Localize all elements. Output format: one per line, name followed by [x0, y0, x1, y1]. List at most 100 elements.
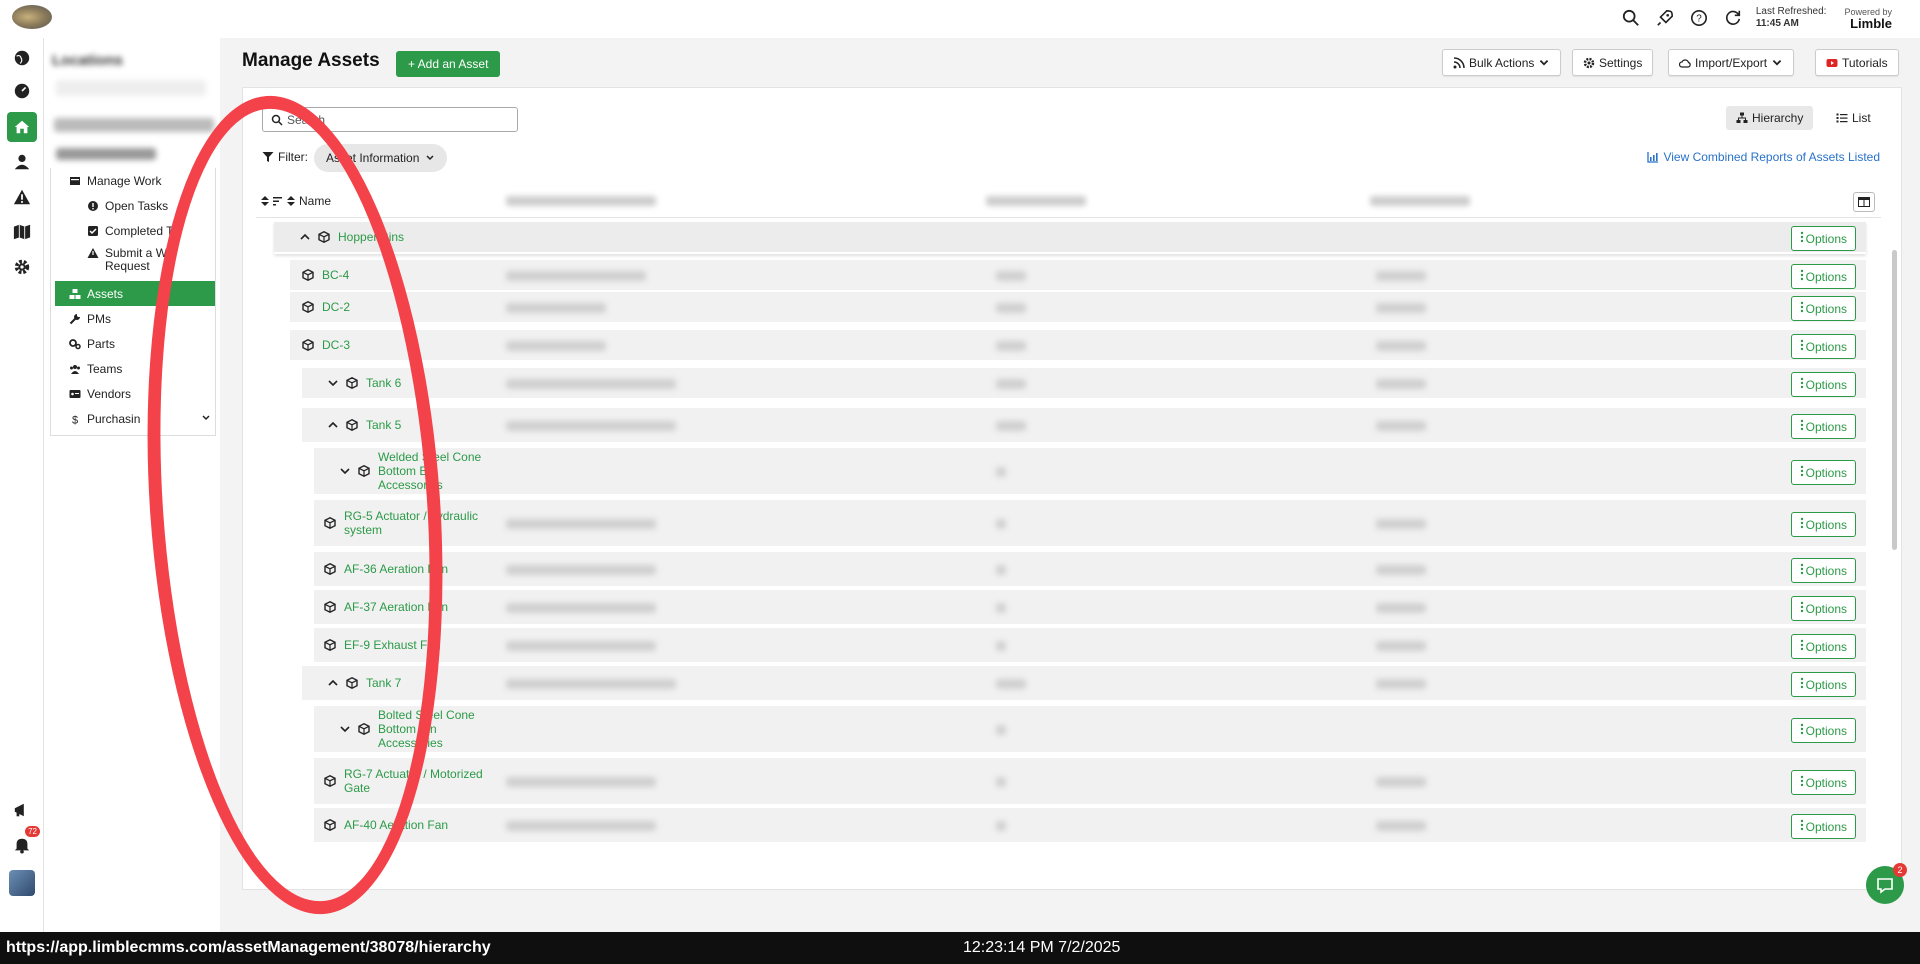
options-button[interactable]: Options: [1790, 770, 1856, 795]
settings-button[interactable]: Settings: [1572, 49, 1654, 76]
table-row[interactable]: Tank 7 Options: [302, 666, 1866, 702]
avatar[interactable]: [9, 870, 35, 896]
search-icon[interactable]: [1620, 7, 1642, 29]
asset-name[interactable]: AF-36 Aeration Fan: [324, 552, 484, 586]
asset-name[interactable]: Bolted Steel Cone Bottom Bin Accessories: [340, 706, 500, 752]
asset-name[interactable]: DC-3: [302, 330, 462, 360]
asset-name[interactable]: RG-7 Actuator / Motorized Gate: [324, 758, 484, 804]
chevron-down-icon[interactable]: [201, 412, 211, 426]
column-toggle-button[interactable]: [1853, 192, 1875, 212]
name-column-header[interactable]: Name: [260, 194, 331, 208]
options-button[interactable]: Options: [1790, 596, 1856, 621]
options-button[interactable]: Options: [1790, 558, 1856, 583]
sidebar-item-manage-work[interactable]: Manage Work: [51, 168, 215, 193]
options-button[interactable]: Options: [1790, 372, 1856, 397]
list-view-button[interactable]: List: [1826, 106, 1881, 130]
table-row[interactable]: Welded Steel Cone Bottom Bin Accessories…: [314, 448, 1866, 496]
asset-name[interactable]: Tank 6: [328, 368, 488, 398]
asset-name[interactable]: AF-40 Aeration Fan: [324, 808, 484, 842]
asset-name[interactable]: RG-5 Actuator / hydraulic system: [324, 500, 484, 546]
sidebar-item-submit-request[interactable]: Submit a Wo Request: [51, 243, 215, 281]
chevron-down-icon[interactable]: [340, 725, 350, 733]
sub-location-name-blurred[interactable]: [56, 148, 156, 160]
column-header-blurred[interactable]: [986, 196, 1086, 206]
sidebar-search-blurred[interactable]: [56, 80, 206, 96]
sidebar-item-completed-tasks[interactable]: Completed Ta: [51, 218, 215, 243]
chevron-up-icon[interactable]: [328, 679, 338, 687]
table-row[interactable]: AF-40 Aeration Fan Options: [314, 808, 1866, 844]
tutorials-button[interactable]: Tutorials: [1815, 49, 1899, 76]
chevron-down-icon[interactable]: [340, 467, 350, 475]
warning-icon[interactable]: [7, 182, 37, 212]
bulk-actions-button[interactable]: Bulk Actions: [1442, 49, 1562, 76]
hierarchy-view-button[interactable]: Hierarchy: [1726, 106, 1814, 130]
options-button[interactable]: Options: [1790, 814, 1856, 839]
bell-icon[interactable]: 72: [7, 826, 40, 860]
options-button[interactable]: Options: [1790, 672, 1856, 697]
table-row[interactable]: AF-37 Aeration Fan Options: [314, 590, 1866, 626]
megaphone-icon[interactable]: [7, 795, 37, 825]
refresh-icon[interactable]: [1722, 7, 1744, 29]
limble-brand[interactable]: Limble: [1844, 17, 1892, 30]
table-row[interactable]: RG-7 Actuator / Motorized Gate Options: [314, 758, 1866, 806]
asset-name[interactable]: Hopper Bins: [300, 222, 460, 252]
asset-name[interactable]: Tank 7: [328, 666, 488, 700]
table-row[interactable]: Tank 5 Options: [302, 408, 1866, 444]
table-row[interactable]: AF-36 Aeration Fan Options: [314, 552, 1866, 588]
company-logo[interactable]: [12, 5, 52, 29]
asset-name[interactable]: AF-37 Aeration Fan: [324, 590, 484, 624]
import-export-button[interactable]: Import/Export: [1668, 49, 1795, 76]
rocket-icon[interactable]: [1654, 7, 1676, 29]
options-button[interactable]: Options: [1790, 460, 1856, 485]
map-icon[interactable]: [7, 217, 37, 247]
sidebar-item-teams[interactable]: Teams: [51, 356, 215, 381]
table-row[interactable]: Hopper Bins Options: [274, 222, 1866, 254]
add-asset-button[interactable]: + Add an Asset: [396, 51, 501, 77]
options-button[interactable]: Options: [1790, 512, 1856, 537]
globe-icon[interactable]: [7, 43, 37, 73]
table-scrollbar[interactable]: [1892, 250, 1897, 550]
notification-count-badge: 72: [25, 826, 40, 837]
gear-icon[interactable]: [7, 252, 37, 282]
options-button[interactable]: Options: [1790, 296, 1856, 321]
table-row[interactable]: DC-3 Options: [290, 330, 1866, 362]
filter-asset-information[interactable]: Asset Information: [314, 144, 448, 172]
location-name-blurred[interactable]: [54, 118, 214, 132]
table-row[interactable]: DC-2 Options: [290, 292, 1866, 324]
column-header-blurred[interactable]: [506, 196, 656, 206]
asset-name[interactable]: Tank 5: [328, 408, 488, 442]
options-button[interactable]: Options: [1790, 414, 1856, 439]
table-row[interactable]: Tank 6 Options: [302, 368, 1866, 400]
asset-name[interactable]: BC-4: [302, 260, 462, 290]
dashboard-icon[interactable]: [7, 76, 37, 106]
table-row[interactable]: BC-4 Options: [290, 260, 1866, 292]
search-input[interactable]: Search: [262, 107, 518, 132]
options-button[interactable]: Options: [1790, 226, 1856, 251]
chevron-down-icon[interactable]: [328, 379, 338, 387]
sidebar-item-purchasing[interactable]: $ Purchasin: [51, 406, 215, 431]
sidebar-item-pms[interactable]: PMs: [51, 306, 215, 331]
table-row[interactable]: Bolted Steel Cone Bottom Bin Accessories…: [314, 706, 1866, 754]
chat-button[interactable]: 2: [1866, 863, 1907, 904]
asset-name[interactable]: Welded Steel Cone Bottom Bin Accessories: [340, 448, 500, 494]
table-row[interactable]: EF-9 Exhaust Fan Options: [314, 628, 1866, 664]
user-icon[interactable]: [7, 147, 37, 177]
options-button[interactable]: Options: [1790, 634, 1856, 659]
sidebar-item-parts[interactable]: Parts: [51, 331, 215, 356]
asset-name[interactable]: DC-2: [302, 292, 462, 322]
chevron-up-icon[interactable]: [300, 233, 310, 241]
sidebar-item-label: Vendors: [87, 386, 132, 401]
options-button[interactable]: Options: [1790, 264, 1856, 289]
options-button[interactable]: Options: [1790, 334, 1856, 359]
sidebar-item-assets[interactable]: Assets: [55, 281, 215, 306]
home-icon[interactable]: [7, 112, 37, 142]
column-header-blurred[interactable]: [1370, 196, 1470, 206]
chevron-up-icon[interactable]: [328, 421, 338, 429]
options-button[interactable]: Options: [1790, 718, 1856, 743]
sidebar-item-vendors[interactable]: Vendors: [51, 381, 215, 406]
asset-name[interactable]: EF-9 Exhaust Fan: [324, 628, 484, 662]
sidebar-item-open-tasks[interactable]: Open Tasks: [51, 193, 215, 218]
table-row[interactable]: RG-5 Actuator / hydraulic system Options: [314, 500, 1866, 548]
combined-reports-link[interactable]: View Combined Reports of Assets Listed: [1647, 150, 1880, 164]
help-icon[interactable]: ?: [1688, 7, 1710, 29]
